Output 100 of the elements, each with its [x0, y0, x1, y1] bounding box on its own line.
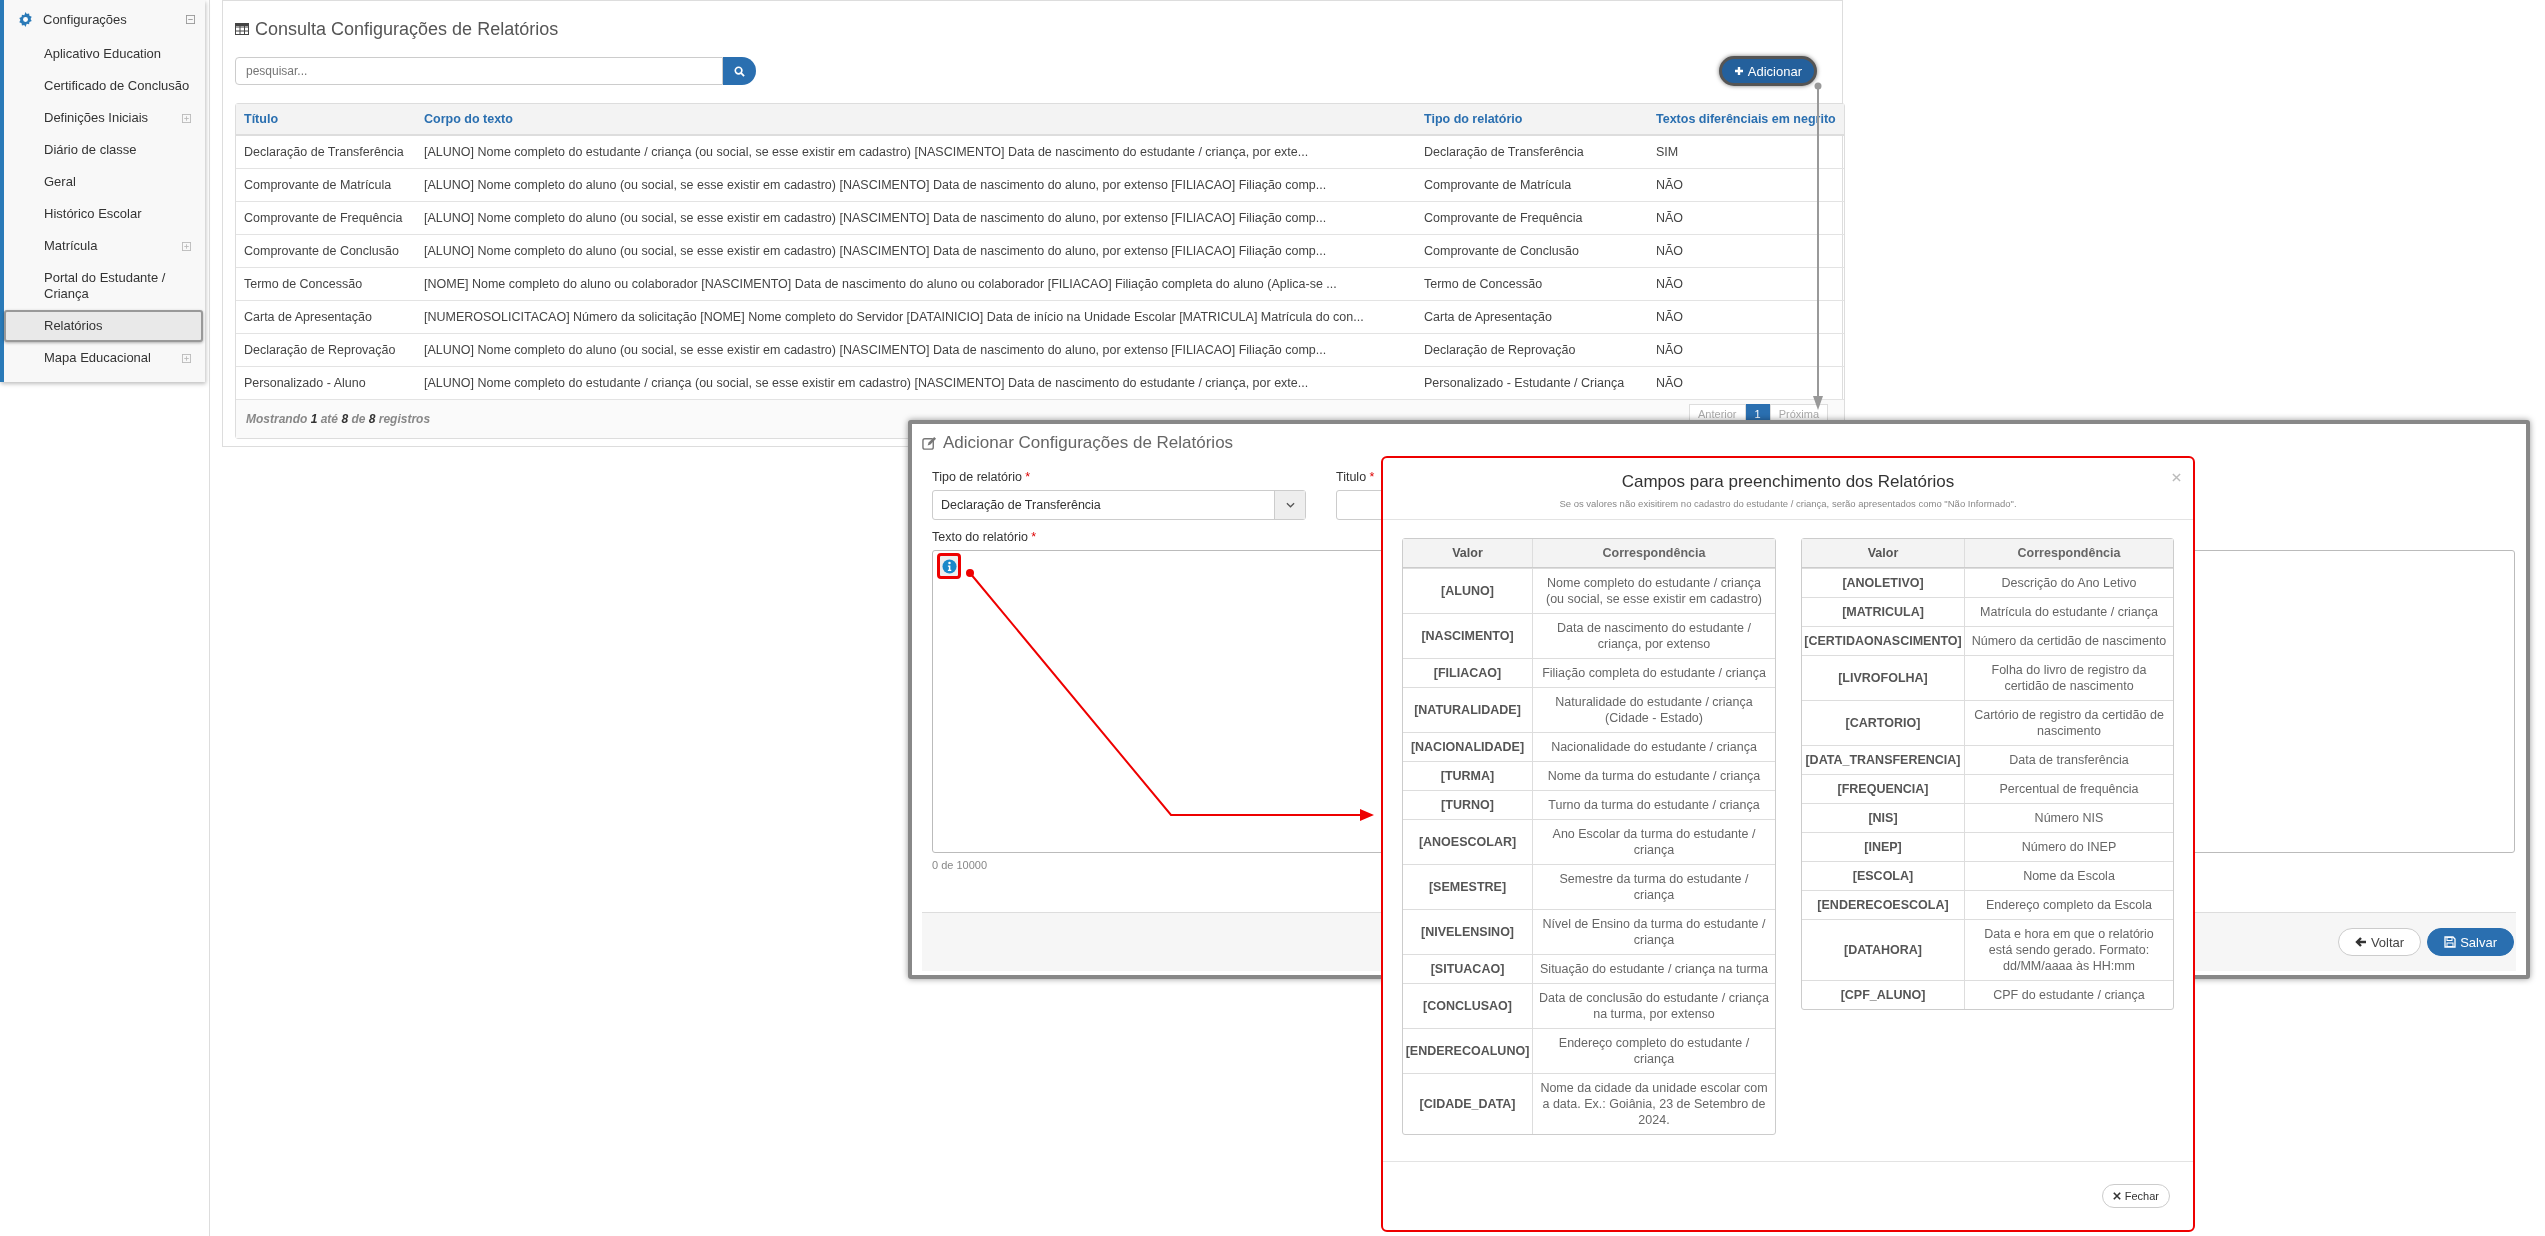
table-cell-text: NÃO [1656, 178, 1685, 192]
field-label: Tipo de relatório * [932, 470, 1031, 484]
table-cell-text: CPF do estudante / criança [1992, 987, 2146, 1004]
arrow-left-icon [2354, 936, 2367, 948]
sidebar-item[interactable]: Aplicativo Education [4, 38, 203, 70]
back-button[interactable]: Voltar [2337, 928, 2422, 956]
save-button[interactable]: Salvar [2427, 928, 2514, 956]
sidebar-item[interactable]: Diário de classe [4, 134, 203, 166]
table-cell: [ALUNO] [1403, 569, 1533, 613]
table-cell-text: NÃO [1656, 310, 1685, 324]
sidebar-item[interactable]: Histórico Escolar [4, 198, 203, 230]
table-cell-text: Declaração de Transferência [1424, 145, 1585, 159]
column-header[interactable]: Textos diferênciais em negrito [1656, 112, 1844, 126]
column-header[interactable]: Título [236, 112, 424, 126]
table-cell-text: [ALUNO] Nome completo do aluno (ou social, se esse existir em cadastro) [NASCIMENTO] Data de nascimento do aluno, por extenso [FILIACAO] Filiação comp... [424, 178, 1328, 192]
gear-icon [18, 11, 33, 27]
add-button[interactable]: Adicionar [1718, 56, 1817, 86]
table-cell-text: Data de transferência [2008, 752, 2130, 769]
table-cell-text: Número da certidão de nascimento [1970, 633, 2168, 650]
column-header: Correspondência [2016, 545, 2122, 562]
column-header[interactable]: Corpo do texto [424, 112, 1424, 126]
table-cell-text: [NUMEROSOLICITACAO] Número da solicitação [NOME] Nome completo do Servidor [DATAINICIO] Data de início na Unidade Escolar [MATRICULA] Matrícula do con... [424, 310, 1365, 324]
table-cell: [SITUACAO] [1403, 955, 1533, 983]
sidebar-item[interactable]: Mapa Educacional [4, 342, 203, 374]
table-cell-text: Declaração de Reprovação [243, 343, 397, 357]
table-cell: [CIDADE_DATA] [1403, 1074, 1533, 1134]
plus-icon [1733, 66, 1744, 76]
table-cell-text: Declaração de Reprovação [1424, 343, 1577, 357]
table-cell-text: Naturalidade do estudante / criança (Cidade - Estado) [1554, 694, 1754, 727]
records-info: Mostrando 1 até 8 de 8 registros [246, 412, 431, 426]
table-cell-text: SIM [1656, 145, 1680, 159]
sidebar-item[interactable]: Definições Iniciais [4, 102, 203, 134]
table-cell-text: Nome da cidade da unidade escolar com a data. Ex.: Goiânia, 23 de Setembro de 2024. [1539, 1080, 1769, 1129]
table-cell-text: Data de nascimento do estudante / criança, por extenso [1556, 620, 1752, 653]
table-cell: [TURMA] [1403, 762, 1533, 790]
table-cell-text: NÃO [1656, 343, 1685, 357]
sidebar-item[interactable]: Geral [4, 166, 203, 198]
table-cell-text: Nível de Ensino da turma do estudante / criança [1541, 916, 1767, 949]
table-cell: [DATA_TRANSFERENCIA] [1802, 746, 1965, 774]
search-field[interactable]: pesquisar... [235, 57, 723, 85]
table-cell-text: Filiação completa do estudante / criança [1541, 665, 1767, 682]
column-header: Correspondência [1601, 545, 1707, 562]
sidebar-item[interactable]: Portal do Estudante / Criança [4, 262, 203, 310]
table-cell: [CARTORIO] [1802, 701, 1965, 745]
table-cell-text: Número NIS [2033, 810, 2105, 827]
table-cell-text: Declaração de Transferência [243, 145, 405, 159]
table-cell-text: Data e hora em que o relatório está sendo gerado. Formato: dd/MM/aaaa às HH:mm [1983, 926, 2155, 975]
table-cell: [TURNO] [1403, 791, 1533, 819]
table-cell: [CONCLUSAO] [1403, 984, 1533, 1028]
table-cell: [MATRICULA] [1802, 598, 1965, 626]
sidebar-item[interactable]: Certificado de Conclusão [4, 70, 203, 102]
info-button[interactable] [937, 553, 961, 579]
column-header[interactable]: Tipo do relatório [1424, 112, 1656, 126]
dialog-title: Adicionar Configurações de Relatórios [943, 433, 1234, 453]
sidebar-item[interactable]: Relatórios [4, 310, 203, 342]
table-cell: [ANOLETIVO] [1802, 569, 1965, 597]
table-cell-text: Comprovante de Matrícula [1424, 178, 1573, 192]
table-cell-text: Endereço completo do estudante / criança [1557, 1035, 1751, 1068]
report-type-select[interactable]: Declaração de Transferência [932, 490, 1306, 520]
table-cell-text: Comprovante de Frequência [243, 211, 404, 225]
close-icon [2112, 1192, 2121, 1200]
table-cell-text: Comprovante de Matrícula [243, 178, 393, 192]
edit-icon [922, 435, 937, 451]
table-cell: [NACIONALIDADE] [1403, 733, 1533, 761]
table-cell-text: Endereço completo da Escola [1984, 897, 2154, 914]
page-title: Consulta Configurações de Relatórios [255, 18, 559, 40]
table-cell-text: [ALUNO] Nome completo do aluno (ou social, se esse existir em cadastro) [NASCIMENTO] Data de nascimento do aluno, por extenso [FILIACAO] Filiação comp... [424, 244, 1328, 258]
table-cell-text: Nome da Escola [2022, 868, 2116, 885]
table-icon [235, 23, 249, 35]
chevron-down-icon [1285, 502, 1295, 508]
table-cell-text: Nacionalidade do estudante / criança [1550, 739, 1758, 756]
table-cell-text: Data de conclusão do estudante / criança na turma, por extenso [1538, 990, 1770, 1023]
sidebar-item[interactable]: Matrícula [4, 230, 203, 262]
table-cell-text: Comprovante de Conclusão [243, 244, 400, 258]
table-cell-text: [ALUNO] Nome completo do aluno (ou social, se esse existir em cadastro) [NASCIMENTO] Data de nascimento do aluno, por extenso [FILIACAO] Filiação comp... [424, 343, 1328, 357]
table-cell-text: Número do INEP [2020, 839, 2118, 856]
character-counter: 0 de 10000 [932, 859, 988, 871]
table-cell: [NATURALIDADE] [1403, 688, 1533, 732]
search-button[interactable] [723, 57, 756, 85]
collapse-icon[interactable] [186, 14, 195, 24]
table-cell: [ESCOLA] [1802, 862, 1965, 890]
table-cell-text: Termo de Concessão [243, 277, 364, 291]
table-cell-text: Cartório de registro da certidão de nascimento [1973, 707, 2165, 740]
table-cell-text: Nome completo do estudante / criança (ou social, se esse existir em cadastro) [1544, 575, 1764, 608]
table-cell: [NIS] [1802, 804, 1965, 832]
table-cell-text: Ano Escolar da turma do estudante / criança [1551, 826, 1757, 859]
close-button[interactable]: Fechar [2101, 1184, 2170, 1208]
table-cell: [FILIACAO] [1403, 659, 1533, 687]
table-cell-text: [ALUNO] Nome completo do aluno (ou social, se esse existir em cadastro) [NASCIMENTO] Data de nascimento do aluno, por extenso [FILIACAO] Filiação comp... [424, 211, 1328, 225]
table-cell: [ANOESCOLAR] [1403, 820, 1533, 864]
sidebar-section-title[interactable]: Configurações [43, 11, 176, 27]
dialog-title: Campos para preenchimento dos Relatórios [1621, 472, 1955, 492]
table-cell-text: NÃO [1656, 244, 1685, 258]
table-cell-text: Carta de Apresentação [243, 310, 373, 324]
table-cell: [DATAHORA] [1802, 920, 1965, 980]
table-cell-text: Situação do estudante / criança na turma [1539, 961, 1769, 978]
table-cell-text: NÃO [1656, 211, 1685, 225]
info-icon [941, 558, 957, 574]
table-cell-text: Termo de Concessão [1424, 277, 1544, 291]
table-cell-text: Nome da turma do estudante / criança [1546, 768, 1762, 785]
